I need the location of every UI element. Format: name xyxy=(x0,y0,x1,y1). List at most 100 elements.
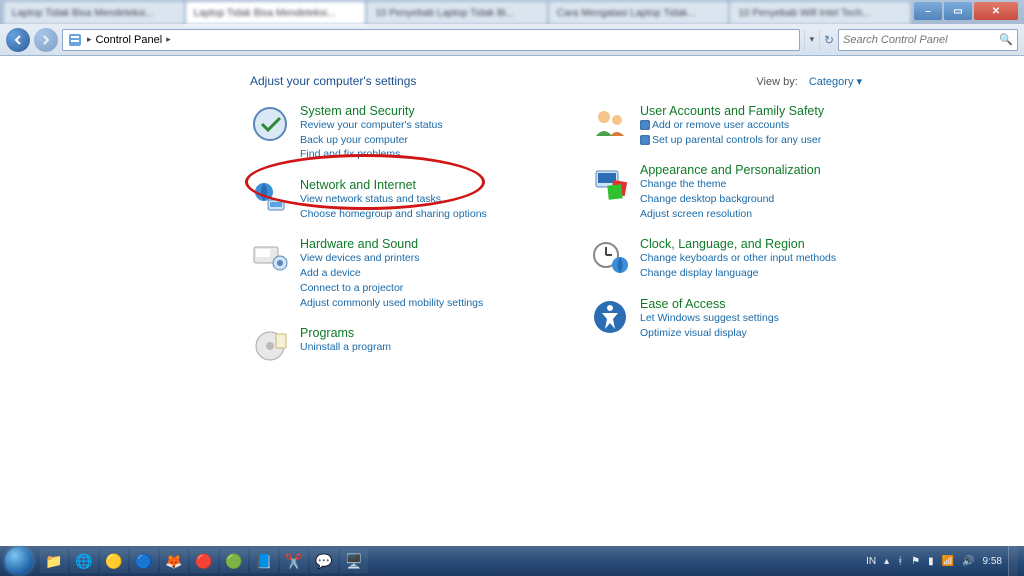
category-link[interactable]: Change display language xyxy=(640,266,836,281)
search-box[interactable]: 🔍 xyxy=(838,29,1018,51)
browser-tab[interactable]: Laptop Tidak Bisa Mendeteksi... xyxy=(4,2,184,24)
category-link[interactable]: Optimize visual display xyxy=(640,326,779,341)
category-title[interactable]: Network and Internet xyxy=(300,178,416,192)
tray-volume-icon[interactable]: 🔊 xyxy=(962,556,974,567)
view-by-value[interactable]: Category ▾ xyxy=(809,76,862,88)
category-link[interactable]: Adjust screen resolution xyxy=(640,207,821,222)
shield-icon xyxy=(640,120,650,130)
browser-tabs: Laptop Tidak Bisa Mendeteksi... Laptop T… xyxy=(0,0,1024,24)
hardware-sound-icon xyxy=(250,237,290,277)
taskbar: 📁 🌐 🟡 🔵 🦊 🔴 🟢 📘 ✂️ 💬 🖥️ IN ▴ ᚼ ⚑ ▮ 📶 🔊 9… xyxy=(0,546,1024,576)
category-link[interactable]: Add or remove user accounts xyxy=(640,118,824,133)
appearance-icon xyxy=(590,163,630,203)
tray-lang[interactable]: IN xyxy=(866,556,876,567)
category-link[interactable]: View devices and printers xyxy=(300,251,483,266)
search-input[interactable] xyxy=(843,34,995,46)
page-title: Adjust your computer's settings xyxy=(250,74,416,88)
tray-bluetooth-icon[interactable]: ᚼ xyxy=(897,556,903,567)
tray-action-center-icon[interactable]: ⚑ xyxy=(911,556,920,567)
browser-tab[interactable]: Laptop Tidak Bisa Mendeteksi... xyxy=(186,2,366,24)
category-link[interactable]: Change keyboards or other input methods xyxy=(640,251,836,266)
chevron-right-icon: ▸ xyxy=(87,34,92,45)
taskbar-app-opera[interactable]: 🔴 xyxy=(190,549,218,573)
search-icon[interactable]: 🔍 xyxy=(999,33,1013,46)
clock-language-icon xyxy=(590,237,630,277)
category-hardware-sound: Hardware and Sound View devices and prin… xyxy=(250,237,530,310)
taskbar-app-edge[interactable]: 🔵 xyxy=(130,549,158,573)
taskbar-app-browser[interactable]: 🌐 xyxy=(70,549,98,573)
category-link[interactable]: Change desktop background xyxy=(640,192,821,207)
category-title[interactable]: User Accounts and Family Safety xyxy=(640,104,824,118)
breadcrumb-item[interactable]: Control Panel xyxy=(96,34,163,46)
view-by[interactable]: View by: Category ▾ xyxy=(756,75,862,88)
category-title[interactable]: System and Security xyxy=(300,104,415,118)
browser-tab[interactable]: 10 Penyebab Laptop Tidak Bi... xyxy=(367,2,547,24)
address-bar: ▸ Control Panel ▸ ▾ ↻ 🔍 xyxy=(0,24,1024,56)
back-button[interactable] xyxy=(6,28,30,52)
system-security-icon xyxy=(250,104,290,144)
forward-button[interactable] xyxy=(34,28,58,52)
show-desktop-button[interactable] xyxy=(1008,546,1018,576)
category-link[interactable]: Set up parental controls for any user xyxy=(640,133,824,148)
taskbar-app-chrome[interactable]: 🟡 xyxy=(100,549,128,573)
category-title[interactable]: Clock, Language, and Region xyxy=(640,237,805,251)
category-link[interactable]: Uninstall a program xyxy=(300,340,391,355)
category-user-accounts: User Accounts and Family Safety Add or r… xyxy=(590,104,870,147)
category-link[interactable]: Review your computer's status xyxy=(300,118,443,133)
taskbar-app-spotify[interactable]: 🟢 xyxy=(220,549,248,573)
category-title[interactable]: Programs xyxy=(300,326,354,340)
tray-clock[interactable]: 9:58 xyxy=(983,556,1002,567)
chevron-right-icon: ▸ xyxy=(166,34,171,45)
browser-tab[interactable]: Cara Mengatasi Laptop Tidak... xyxy=(549,2,729,24)
taskbar-app-explorer[interactable]: 📁 xyxy=(40,549,68,573)
category-clock-language: Clock, Language, and Region Change keybo… xyxy=(590,237,870,280)
category-link[interactable]: Find and fix problems xyxy=(300,147,443,162)
browser-tab[interactable]: 10 Penyebab Wifi Intel Tech... xyxy=(730,2,910,24)
window-buttons: – ▭ ✕ xyxy=(912,2,1020,24)
minimize-button[interactable]: – xyxy=(914,2,942,20)
tray-chevron-icon[interactable]: ▴ xyxy=(884,556,889,567)
category-title[interactable]: Hardware and Sound xyxy=(300,237,418,251)
taskbar-app-terminal[interactable]: 🖥️ xyxy=(340,549,368,573)
start-button[interactable] xyxy=(0,546,38,576)
user-accounts-icon xyxy=(590,104,630,144)
refresh-button[interactable]: ↻ xyxy=(824,33,834,47)
taskbar-app-firefox[interactable]: 🦊 xyxy=(160,549,188,573)
category-link[interactable]: Adjust commonly used mobility settings xyxy=(300,296,483,311)
windows-orb-icon xyxy=(5,547,33,575)
network-internet-icon xyxy=(250,178,290,218)
taskbar-app-whatsapp[interactable]: 💬 xyxy=(310,549,338,573)
control-panel-icon xyxy=(67,32,83,48)
tray-network-icon[interactable]: 📶 xyxy=(942,556,954,567)
taskbar-app-word[interactable]: 📘 xyxy=(250,549,278,573)
breadcrumb[interactable]: ▸ Control Panel ▸ xyxy=(62,29,800,51)
tray-battery-icon[interactable]: ▮ xyxy=(928,556,934,567)
maximize-button[interactable]: ▭ xyxy=(944,2,972,20)
ease-of-access-icon xyxy=(590,297,630,337)
category-link[interactable]: Connect to a projector xyxy=(300,281,483,296)
arrow-right-icon xyxy=(40,34,52,46)
category-column-right: User Accounts and Family Safety Add or r… xyxy=(590,104,870,382)
category-link[interactable]: Choose homegroup and sharing options xyxy=(300,207,487,222)
category-link[interactable]: Add a device xyxy=(300,266,483,281)
category-link[interactable]: Let Windows suggest settings xyxy=(640,311,779,326)
taskbar-app-snip[interactable]: ✂️ xyxy=(280,549,308,573)
close-button[interactable]: ✕ xyxy=(974,2,1018,20)
category-column-left: System and Security Review your computer… xyxy=(250,104,530,382)
content: Adjust your computer's settings View by:… xyxy=(0,56,1024,546)
category-title[interactable]: Appearance and Personalization xyxy=(640,163,821,177)
category-appearance: Appearance and Personalization Change th… xyxy=(590,163,870,221)
category-programs: Programs Uninstall a program xyxy=(250,326,530,366)
system-tray[interactable]: IN ▴ ᚼ ⚑ ▮ 📶 🔊 9:58 xyxy=(866,556,1006,567)
address-dropdown[interactable]: ▾ xyxy=(804,29,820,51)
category-link[interactable]: Back up your computer xyxy=(300,133,443,148)
category-system-security: System and Security Review your computer… xyxy=(250,104,530,162)
category-ease-of-access: Ease of Access Let Windows suggest setti… xyxy=(590,297,870,340)
category-link[interactable]: View network status and tasks xyxy=(300,192,487,207)
programs-icon xyxy=(250,326,290,366)
arrow-left-icon xyxy=(12,34,24,46)
category-network-internet: Network and Internet View network status… xyxy=(250,178,530,221)
category-link[interactable]: Change the theme xyxy=(640,177,821,192)
category-title[interactable]: Ease of Access xyxy=(640,297,725,311)
page-header: Adjust your computer's settings View by:… xyxy=(250,74,1024,88)
